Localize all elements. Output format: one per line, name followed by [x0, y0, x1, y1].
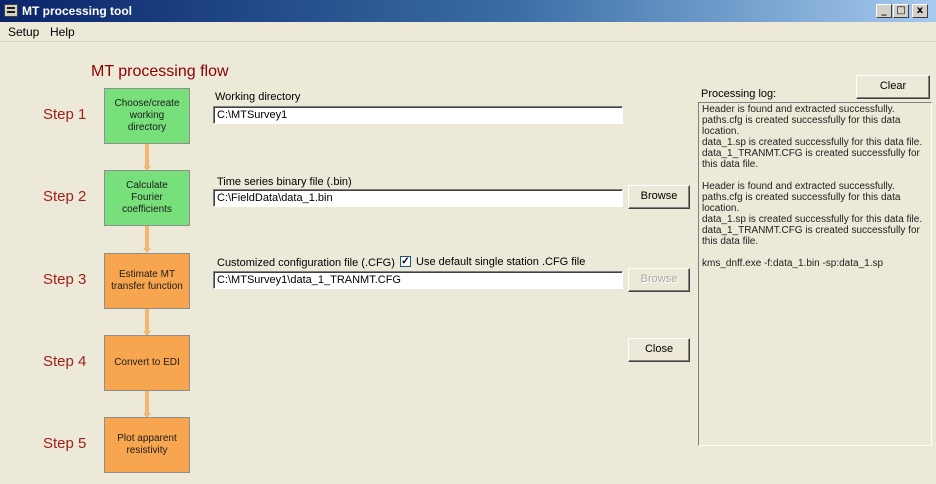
browse-bin-button[interactable]: Browse: [628, 185, 690, 209]
log-line: kms_dnff.exe -f:data_1.bin -sp:data_1.sp: [702, 258, 884, 269]
log-spacer: [702, 170, 928, 181]
window-title: MT processing tool: [22, 4, 133, 18]
working-directory-label: Working directory: [215, 91, 301, 103]
app-icon[interactable]: [4, 4, 18, 17]
close-button[interactable]: Close: [628, 338, 690, 362]
binary-file-label: Time series binary file (.bin): [217, 176, 352, 188]
clear-log-button[interactable]: Clear: [856, 75, 930, 99]
minimize-button[interactable]: _: [876, 4, 892, 18]
flow-connector: [145, 226, 149, 250]
log-line: data_1.sp is created successfully for th…: [702, 137, 923, 148]
log-line: data_1.sp is created successfully for th…: [702, 214, 923, 225]
log-line: data_1_TRANMT.CFG is created successfull…: [702, 148, 920, 170]
default-cfg-checkbox[interactable]: ✓: [400, 256, 411, 267]
step-label-5: Step 5: [43, 435, 87, 452]
maximize-button[interactable]: □: [893, 4, 909, 18]
flow-connector: [145, 309, 149, 333]
step-3-button[interactable]: Estimate MT transfer function: [104, 253, 190, 309]
flow-title: MT processing flow: [91, 63, 229, 80]
step-2-button[interactable]: Calculate Fourier coefficients: [104, 170, 190, 226]
menu-help[interactable]: Help: [50, 25, 75, 39]
browse-cfg-button[interactable]: Browse: [628, 268, 690, 292]
binary-file-input[interactable]: C:\FieldData\data_1.bin: [213, 189, 623, 207]
step-label-3: Step 3: [43, 271, 87, 288]
log-line: data_1_TRANMT.CFG is created successfull…: [702, 225, 920, 247]
log-line: paths.cfg is created successfully for th…: [702, 115, 901, 137]
step-label-2: Step 2: [43, 188, 87, 205]
step-label-4: Step 4: [43, 353, 87, 370]
step-4-button[interactable]: Convert to EDI: [104, 335, 190, 391]
step-5-button[interactable]: Plot apparent resistivity: [104, 417, 190, 473]
menu-setup[interactable]: Setup: [8, 25, 39, 39]
processing-log[interactable]: Header is found and extracted successful…: [698, 102, 932, 446]
step-label-1: Step 1: [43, 106, 87, 123]
log-spacer: [702, 247, 928, 258]
log-line: Header is found and extracted successful…: [702, 181, 895, 192]
step-1-button[interactable]: Choose/create working directory: [104, 88, 190, 144]
title-bar: MT processing tool _ □ x: [0, 0, 936, 22]
menu-bar: Setup Help: [0, 22, 936, 42]
config-file-input[interactable]: C:\MTSurvey1\data_1_TRANMT.CFG: [213, 271, 623, 289]
flow-connector: [145, 391, 149, 415]
log-line: Header is found and extracted successful…: [702, 104, 895, 115]
config-file-label: Customized configuration file (.CFG): [217, 257, 395, 269]
working-directory-input[interactable]: C:\MTSurvey1: [213, 106, 623, 124]
processing-log-label: Processing log:: [701, 88, 777, 100]
flow-connector: [145, 144, 149, 168]
close-window-button[interactable]: x: [912, 4, 928, 18]
default-cfg-checkbox-label: Use default single station .CFG file: [416, 256, 586, 268]
log-line: paths.cfg is created successfully for th…: [702, 192, 901, 214]
